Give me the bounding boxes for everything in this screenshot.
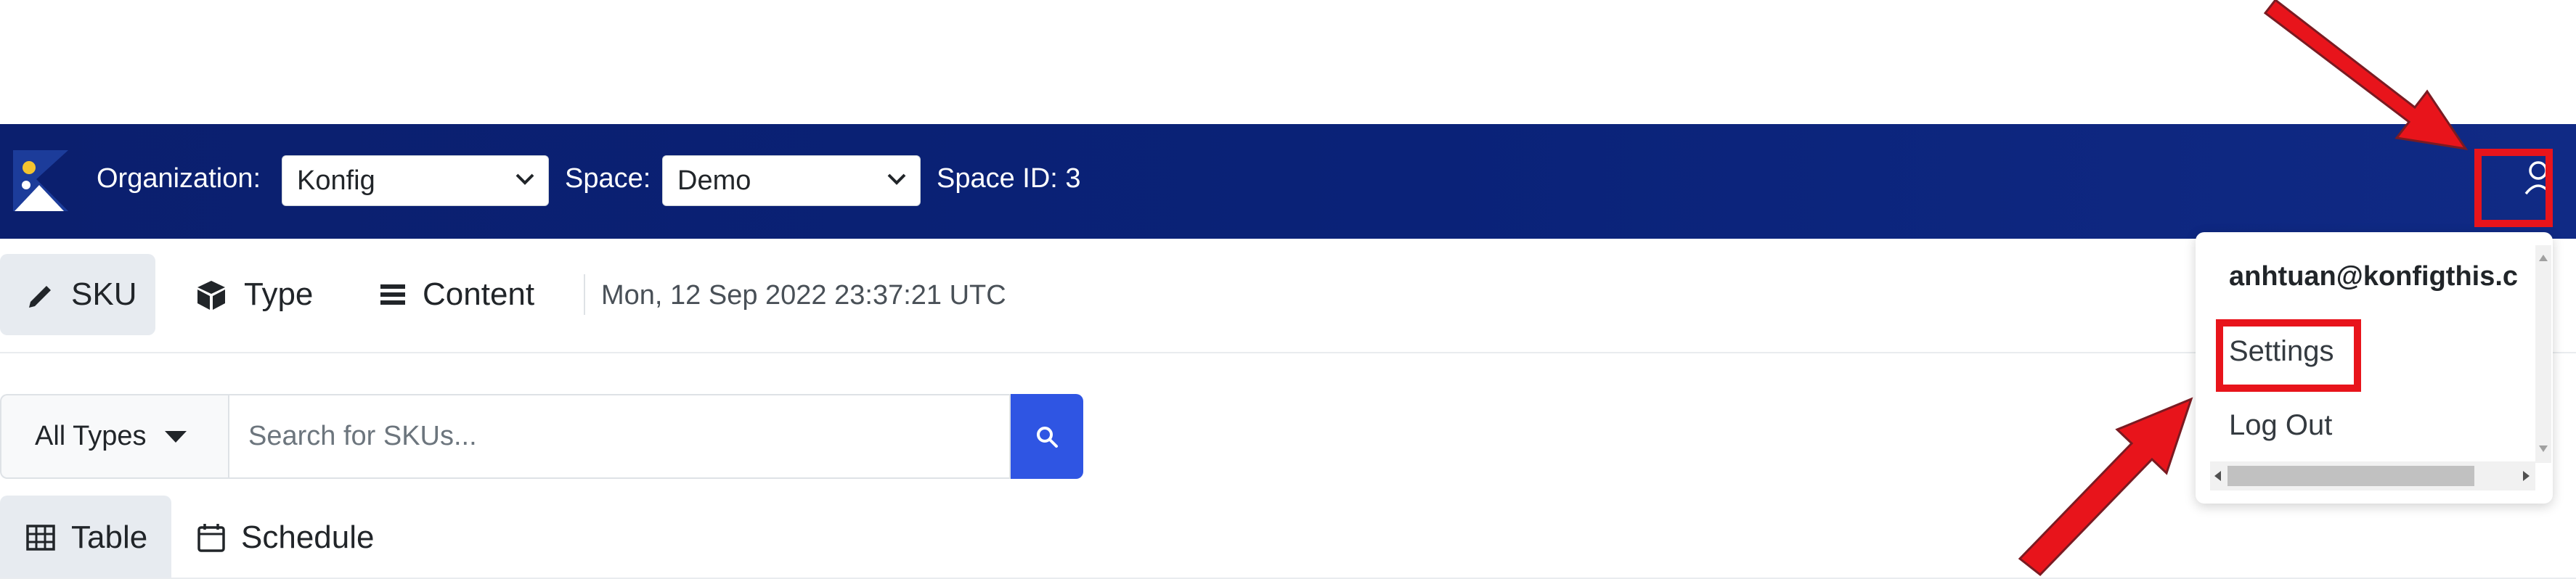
content-tab-label: Content (423, 276, 535, 312)
space-select-value: Demo (677, 165, 751, 196)
table-icon (26, 524, 55, 551)
timestamp: Mon, 12 Sep 2022 23:37:21 UTC (601, 280, 1006, 311)
sku-search-input[interactable]: Search for SKUs... (228, 394, 1011, 479)
caret-down-icon (165, 430, 187, 443)
arrow-to-settings (2018, 397, 2193, 577)
dropdown-vertical-scrollbar[interactable] (2535, 245, 2551, 463)
type-filter-dropdown[interactable]: All Types (0, 394, 228, 479)
search-button[interactable] (1011, 394, 1083, 479)
user-email: anhtuan@konfigthis.c (2229, 261, 2519, 292)
chevron-down-icon (887, 173, 906, 185)
scrollbar-thumb[interactable] (2227, 466, 2474, 486)
scroll-up-icon[interactable] (2535, 251, 2551, 266)
cube-icon (197, 281, 225, 310)
search-placeholder: Search for SKUs... (248, 421, 477, 451)
sku-tab[interactable]: SKU (0, 254, 155, 335)
top-navbar: Organization: Konfig Space: Demo Space I… (0, 124, 2576, 239)
organization-label: Organization: (97, 163, 261, 194)
type-tab-label: Type (244, 276, 314, 312)
list-icon (380, 284, 405, 305)
space-select[interactable]: Demo (662, 155, 921, 206)
settings-highlight (2216, 319, 2361, 392)
type-filter-label: All Types (35, 421, 147, 451)
search-icon (1037, 426, 1058, 448)
type-tab[interactable]: Type (195, 254, 325, 335)
content-tab[interactable]: Content (380, 254, 569, 335)
tab-schedule-label: Schedule (241, 519, 375, 555)
scroll-down-icon[interactable] (2535, 441, 2551, 456)
sku-tab-label: SKU (71, 276, 137, 312)
scroll-right-icon[interactable] (2518, 461, 2534, 490)
tab-schedule[interactable]: Schedule (197, 496, 386, 579)
user-icon-highlight (2474, 149, 2553, 227)
tab-table-label: Table (71, 519, 148, 555)
toolbar-divider (584, 274, 585, 315)
space-label: Space: (565, 163, 651, 194)
chevron-down-icon (515, 173, 534, 185)
space-id-text: Space ID: 3 (937, 163, 1081, 194)
organization-select-value: Konfig (297, 165, 375, 196)
pencil-icon (29, 286, 51, 308)
arrow-to-user-icon (2263, 0, 2469, 151)
konfig-logo-icon[interactable] (10, 147, 68, 211)
scroll-left-icon[interactable] (2210, 461, 2226, 490)
logout-menu-item[interactable]: Log Out (2229, 409, 2332, 442)
calendar-icon (197, 523, 225, 552)
tab-table[interactable]: Table (0, 496, 171, 579)
dropdown-horizontal-scrollbar[interactable] (2210, 461, 2535, 490)
toolbar-separator (0, 352, 2576, 353)
organization-select[interactable]: Konfig (282, 155, 549, 206)
